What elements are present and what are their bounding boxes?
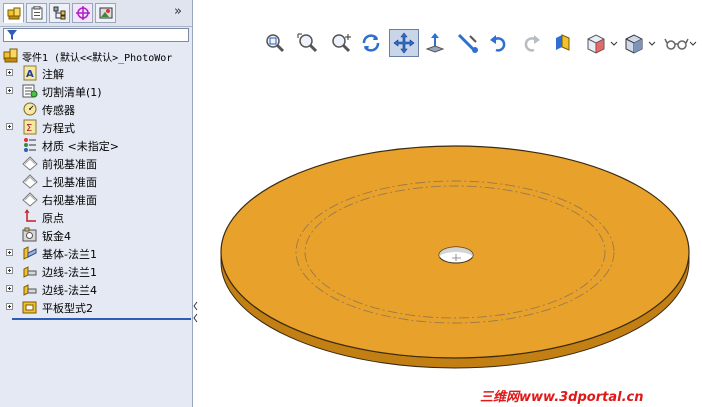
tree-item-front-plane[interactable]: 前视基准面 bbox=[0, 154, 192, 172]
tree-item-sensors[interactable]: 传感器 bbox=[0, 100, 192, 118]
manager-tabs: » bbox=[0, 0, 192, 27]
plane-icon bbox=[22, 192, 38, 207]
expand-icon[interactable] bbox=[6, 249, 13, 256]
expand-icon[interactable] bbox=[6, 123, 13, 130]
plane-icon bbox=[22, 156, 38, 171]
dimxpert-icon bbox=[75, 6, 90, 20]
property-manager-icon bbox=[31, 6, 42, 20]
model-view[interactable] bbox=[200, 0, 702, 407]
tree-item-label: 前视基准面 bbox=[42, 158, 97, 171]
feature-manager-tab[interactable] bbox=[3, 3, 24, 23]
tree-filter-input[interactable] bbox=[3, 28, 189, 42]
panel-splitter[interactable] bbox=[193, 300, 200, 326]
cut-list-icon bbox=[22, 84, 38, 98]
tree-item-label: 边线-法兰4 bbox=[42, 284, 97, 297]
tree-item-label: 右视基准面 bbox=[42, 194, 97, 207]
material-icon bbox=[24, 138, 36, 152]
watermark-text: 三维网www.3dportal.cn bbox=[480, 390, 644, 405]
tree-item-sheet-metal[interactable]: 钣金4 bbox=[0, 226, 192, 244]
property-manager-tab[interactable] bbox=[26, 3, 47, 23]
tree-item-base-flange[interactable]: 基体-法兰1 bbox=[0, 244, 192, 262]
configuration-manager-icon bbox=[53, 6, 65, 20]
display-manager-icon bbox=[99, 7, 112, 19]
tree-item-top-plane[interactable]: 上视基准面 bbox=[0, 172, 192, 190]
tree-item-label: 钣金4 bbox=[42, 230, 71, 243]
tree-item-label: 注解 bbox=[42, 68, 64, 81]
plane-icon bbox=[22, 174, 38, 189]
tree-item-equations[interactable]: Σ 方程式 bbox=[0, 118, 192, 136]
tree-item-label: 材质 <未指定> bbox=[42, 140, 119, 153]
part-icon bbox=[3, 48, 18, 63]
tree-item-origin[interactable]: 原点 bbox=[0, 208, 192, 226]
tree-item-label: 切割清单(1) bbox=[42, 86, 102, 99]
expand-icon[interactable] bbox=[6, 69, 13, 76]
feature-manager-icon bbox=[7, 7, 20, 20]
tree-item-cut-list[interactable]: 切割清单(1) bbox=[0, 82, 192, 100]
expand-icon[interactable] bbox=[6, 285, 13, 292]
display-manager-tab[interactable] bbox=[95, 3, 116, 23]
expand-icon[interactable] bbox=[6, 87, 13, 94]
base-flange-icon bbox=[23, 246, 37, 260]
expand-icon[interactable] bbox=[6, 267, 13, 274]
sensor-icon bbox=[23, 102, 37, 116]
tree-item-edge-flange-4[interactable]: 边线-法兰4 bbox=[0, 280, 192, 298]
tree-item-label: 边线-法兰1 bbox=[42, 266, 97, 279]
tree-item-flat-pattern[interactable]: 平板型式2 bbox=[0, 298, 192, 316]
tree-root-part[interactable]: 零件1 (默认<<默认>_PhotoWor bbox=[0, 46, 192, 64]
more-tabs-chevron-icon[interactable]: » bbox=[174, 4, 182, 19]
tree-item-right-plane[interactable]: 右视基准面 bbox=[0, 190, 192, 208]
graphics-area[interactable]: 三维网www.3dportal.cn bbox=[200, 0, 702, 407]
tree-root-label: 零件1 (默认<<默认>_PhotoWor bbox=[22, 53, 173, 64]
flat-pattern-icon bbox=[22, 301, 37, 314]
svg-text:A: A bbox=[26, 69, 34, 80]
svg-text:Σ: Σ bbox=[26, 123, 32, 134]
rollback-bar[interactable] bbox=[12, 318, 191, 320]
dimxpert-manager-tab[interactable] bbox=[72, 3, 93, 23]
tree-item-edge-flange-1[interactable]: 边线-法兰1 bbox=[0, 262, 192, 280]
tree-item-annotations[interactable]: A 注解 bbox=[0, 64, 192, 82]
expand-icon[interactable] bbox=[6, 303, 13, 310]
origin-icon bbox=[24, 209, 36, 222]
feature-manager-panel: » 零件1 (默认<<默认>_PhotoWor A 注解 切割清单(1) 传感器… bbox=[0, 0, 193, 407]
tree-item-label: 传感器 bbox=[42, 104, 75, 117]
tree-item-label: 平板型式2 bbox=[42, 302, 93, 315]
sheet-metal-icon bbox=[22, 227, 37, 242]
edge-flange-icon bbox=[23, 266, 37, 278]
tree-item-label: 上视基准面 bbox=[42, 176, 97, 189]
equations-icon: Σ bbox=[23, 119, 37, 135]
filter-icon bbox=[7, 30, 17, 40]
tree-item-label: 基体-法兰1 bbox=[42, 248, 97, 261]
annotations-icon: A bbox=[23, 65, 37, 81]
edge-flange-icon bbox=[23, 284, 37, 296]
tree-item-material[interactable]: 材质 <未指定> bbox=[0, 136, 192, 154]
configuration-manager-tab[interactable] bbox=[49, 3, 70, 23]
tree-item-label: 原点 bbox=[42, 212, 64, 225]
tree-item-label: 方程式 bbox=[42, 122, 75, 135]
